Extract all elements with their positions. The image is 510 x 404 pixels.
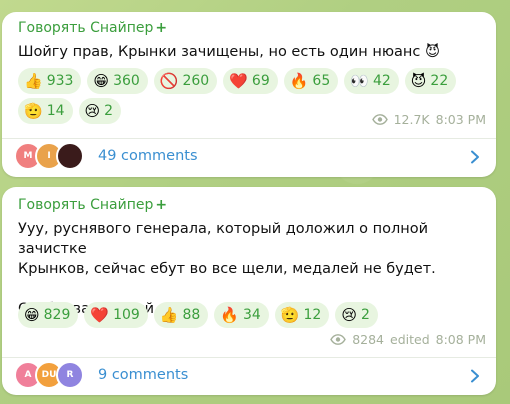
comments-count-label: 9 comments <box>98 367 189 383</box>
message-line: Шойгу прав, Крынки зачищены, но есть оди… <box>18 44 441 60</box>
eye-icon <box>371 114 388 125</box>
fire-icon: 🔥 <box>220 305 239 324</box>
message-meta: 12.7K 8:03 PM <box>371 112 486 127</box>
heart-icon: ❤️ <box>90 305 110 324</box>
reaction-button[interactable]: 😁 360 <box>87 68 148 94</box>
thumbs-up-icon: 👍 <box>159 305 179 324</box>
reaction-button[interactable]: 🚫 260 <box>153 68 218 94</box>
message-line: Ууу, руснявого генерала, который доложил… <box>18 221 429 257</box>
reaction-count: 2 <box>360 307 370 323</box>
message-meta: 8284 edited 8:08 PM <box>330 332 486 347</box>
comments-button[interactable]: A DU R 9 comments <box>14 360 482 390</box>
avatar <box>56 142 84 170</box>
sender-name[interactable]: Говорять Снайпер + <box>18 20 167 36</box>
message-line <box>18 279 478 299</box>
reaction-button[interactable]: 😈 22 <box>404 68 457 94</box>
chevron-right-icon <box>468 149 482 164</box>
reaction-count: 22 <box>430 73 449 89</box>
reaction-button[interactable]: 🫡 14 <box>18 98 73 124</box>
sender-name[interactable]: Говорять Снайпер + <box>18 197 167 213</box>
channel-post-2: Говорять Снайпер + Ууу, руснявого генерал… <box>2 187 496 395</box>
reaction-count: 260 <box>182 73 210 89</box>
message-time: 8:03 PM <box>435 112 486 127</box>
grin-icon: 😁 <box>93 71 110 90</box>
reaction-count: 2 <box>104 103 114 119</box>
reaction-button[interactable]: 🫡 12 <box>274 302 330 328</box>
sender-name-label: Говорять Снайпер <box>18 20 154 36</box>
message-time: 8:08 PM <box>435 332 486 347</box>
thumbs-up-icon: 👍 <box>24 71 43 90</box>
reaction-button[interactable]: 😁 829 <box>18 302 79 328</box>
reactions-row: 🫡 14 😢 2 <box>18 98 122 124</box>
heart-icon: ❤️ <box>229 71 248 90</box>
edited-label: edited <box>390 332 430 347</box>
sender-badge: + <box>155 20 168 36</box>
fire-icon: 🔥 <box>289 71 309 90</box>
comments-button[interactable]: MI 49 comments <box>14 141 482 171</box>
reaction-count: 42 <box>372 73 391 89</box>
comments-count-label: 49 comments <box>98 148 198 164</box>
reactions-row: 😁 829 ❤️ 109 👍 88 🔥 34 🫡 12 😢 2 <box>18 302 378 328</box>
reaction-count: 360 <box>113 73 140 89</box>
no-flag-icon: 🚫 <box>159 71 179 90</box>
eyes-icon: 👀 <box>350 71 369 90</box>
salute-icon: 🫡 <box>24 101 43 120</box>
reaction-button[interactable]: 🔥 34 <box>214 302 269 328</box>
grin-icon: 😁 <box>24 305 40 324</box>
reaction-button[interactable]: 👍 933 <box>18 68 82 94</box>
reactions-row: 👍 933 😁 360 🚫 260 ❤️ 69 🔥 65 👀 42 😈 22 <box>18 68 457 94</box>
eye-icon <box>330 334 346 345</box>
views-count: 8284 <box>352 332 384 347</box>
sender-name-label: Говорять Снайпер <box>18 197 154 213</box>
reaction-count: 14 <box>46 103 65 119</box>
commenter-avatars: A DU R <box>14 361 86 389</box>
message-line: Крынков, сейчас ебут во все щели, медале… <box>18 261 436 277</box>
reaction-button[interactable]: 😢 2 <box>335 302 378 328</box>
divider <box>2 357 496 358</box>
reaction-button[interactable]: 👍 88 <box>153 302 209 328</box>
reaction-count: 65 <box>312 73 331 89</box>
cry-icon: 😢 <box>84 101 101 120</box>
reaction-button[interactable]: 😢 2 <box>78 98 122 124</box>
sender-badge: + <box>155 197 168 213</box>
devil-icon: 😈 <box>410 71 427 90</box>
reaction-count: 12 <box>303 307 322 323</box>
views-count: 12.7K <box>393 112 430 127</box>
salute-icon: 🫡 <box>280 305 300 324</box>
reaction-count: 109 <box>113 307 140 323</box>
reaction-button[interactable]: 🔥 65 <box>283 68 339 94</box>
reaction-count: 933 <box>46 73 74 89</box>
reaction-count: 34 <box>243 307 261 323</box>
channel-post-1: Говорять Снайпер + Шойгу прав, Крынки зач… <box>2 12 496 177</box>
message-text: Шойгу прав, Крынки зачищены, но есть оди… <box>18 42 478 62</box>
reaction-button[interactable]: 👀 42 <box>344 68 399 94</box>
cry-icon: 😢 <box>341 305 357 324</box>
commenter-avatars: MI <box>14 142 86 170</box>
reaction-button[interactable]: ❤️ 109 <box>84 302 148 328</box>
reaction-count: 88 <box>182 307 201 323</box>
chevron-right-icon <box>468 368 482 383</box>
reaction-button[interactable]: ❤️ 69 <box>223 68 278 94</box>
divider <box>2 138 496 139</box>
avatar: R <box>56 361 84 389</box>
reaction-count: 69 <box>251 73 270 89</box>
reaction-count: 829 <box>43 307 71 323</box>
